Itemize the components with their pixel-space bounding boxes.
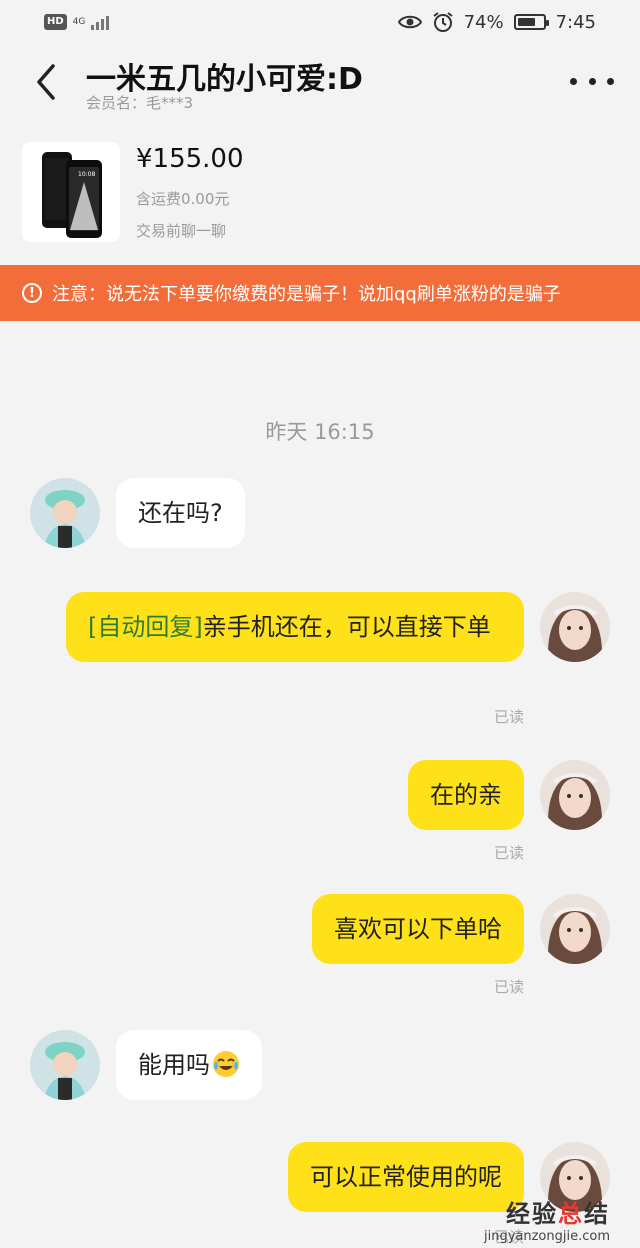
message-bubble[interactable]: 在的亲 xyxy=(408,760,524,830)
status-left: HD 4G xyxy=(44,14,110,30)
seller-avatar-image xyxy=(540,894,610,964)
status-right: 74% 7:45 xyxy=(397,11,596,33)
shipping-info: 含运费0.00元 xyxy=(136,190,230,208)
seller-avatar[interactable] xyxy=(540,894,610,964)
message-bubble[interactable]: 能用吗 xyxy=(116,1030,262,1100)
alarm-icon xyxy=(432,12,453,32)
buyer-avatar[interactable] xyxy=(30,478,100,548)
product-price: ¥155.00 xyxy=(136,144,244,174)
dot-icon xyxy=(607,77,614,85)
watermark-logo: 经验总结 xyxy=(506,1200,610,1228)
status-bar: HD 4G 74% 7:45 xyxy=(0,0,640,44)
buyer-avatar-image xyxy=(30,478,100,548)
battery-fill xyxy=(517,18,536,26)
back-button[interactable] xyxy=(28,60,64,104)
more-button[interactable] xyxy=(570,66,614,96)
warning-banner: ! 注意：说无法下单要你缴费的是骗子！说加qq刷单涨粉的是骗子 xyxy=(0,265,640,321)
chat-header: 一米五几的小可爱:D 会员名：毛***3 xyxy=(0,50,640,118)
read-status: 已读 xyxy=(493,978,524,996)
warning-icon: ! xyxy=(22,283,42,303)
signal-icon xyxy=(91,14,110,30)
watermark: 经验总结 jingyanzongjie.com xyxy=(484,1194,610,1244)
eye-icon xyxy=(397,15,422,29)
dot-icon xyxy=(588,77,596,85)
svg-text:10:08: 10:08 xyxy=(78,171,95,178)
network-type: 4G xyxy=(72,16,86,27)
message-bubble[interactable]: [自动回复]亲手机还在，可以直接下单 xyxy=(66,592,524,662)
seller-avatar-image xyxy=(540,760,610,830)
member-name: 会员名：毛***3 xyxy=(86,94,194,112)
message-bubble[interactable]: 还在吗? xyxy=(116,478,245,548)
buyer-avatar-image xyxy=(30,1030,100,1100)
chevron-left-icon xyxy=(37,64,55,100)
warning-text: 注意：说无法下单要你缴费的是骗子！说加qq刷单涨粉的是骗子 xyxy=(52,284,561,305)
battery-percent: 74% xyxy=(463,11,504,33)
seller-avatar-image xyxy=(540,592,610,662)
watermark-url: jingyanzongjie.com xyxy=(483,1229,610,1244)
hd-badge: HD xyxy=(44,14,67,30)
message-bubble[interactable]: 喜欢可以下单哈 xyxy=(312,894,524,964)
phone-image-icon: 10:08 xyxy=(42,152,102,238)
buyer-avatar[interactable] xyxy=(30,1030,100,1100)
chat-hint: 交易前聊一聊 xyxy=(136,222,227,240)
seller-avatar[interactable] xyxy=(540,760,610,830)
battery-icon xyxy=(513,14,549,30)
read-status: 已读 xyxy=(493,844,524,862)
chat-timestamp: 昨天 16:15 xyxy=(265,420,375,444)
seller-avatar[interactable] xyxy=(540,592,610,662)
product-card[interactable]: 10:08 ¥155.00 含运费0.00元 交易前聊一聊 xyxy=(0,136,640,256)
read-status: 已读 xyxy=(493,708,524,726)
crying-laughing-emoji-icon xyxy=(213,1051,239,1077)
auto-reply-tag: [自动回复] xyxy=(88,613,203,641)
clock: 7:45 xyxy=(555,11,596,33)
product-thumbnail[interactable]: 10:08 xyxy=(22,142,120,242)
dot-icon xyxy=(570,77,577,85)
